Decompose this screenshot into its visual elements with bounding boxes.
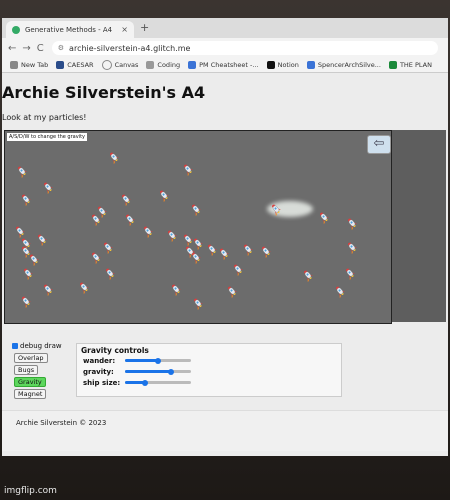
site-info-icon[interactable]: ⚙ [58, 44, 64, 52]
rocket-particle-icon [123, 211, 137, 227]
rocket-particle-icon [301, 267, 315, 283]
tab-generative-methods[interactable]: Generative Methods - A4 × [6, 21, 134, 38]
new-tab-button[interactable]: + [140, 21, 149, 34]
browser-window: Generative Methods - A4 × + ← → C ⚙ arch… [2, 18, 448, 456]
folder-icon [146, 61, 155, 69]
canvas-side-area [392, 130, 446, 322]
tab-title: Generative Methods - A4 [25, 25, 113, 34]
bookmark-caesar[interactable]: CAESAR [56, 61, 94, 69]
rocket-particle-icon [89, 211, 103, 227]
rocket-particle-icon [169, 281, 183, 297]
close-tab-icon[interactable]: × [121, 25, 128, 34]
rocket-particle-icon [345, 215, 359, 231]
doc-icon [306, 61, 315, 69]
slider-fill [125, 370, 172, 373]
forward-button[interactable]: → [22, 43, 30, 54]
url-input[interactable]: ⚙ archie-silverstein-a4.glitch.me [51, 41, 438, 55]
rocket-particle-icon [15, 163, 29, 179]
mode-button-bugs[interactable]: Bugs [14, 365, 39, 375]
slider-thumb[interactable] [168, 368, 175, 375]
back-button[interactable]: ← [8, 43, 16, 54]
rocket-particle-icon [241, 241, 255, 257]
debug-draw-checkbox[interactable]: debug draw [12, 342, 62, 350]
rocket-particle-icon [157, 187, 171, 203]
rocket-particle-icon [259, 243, 273, 259]
controls-area: debug draw Overlap Bugs Gravity Magnet G… [2, 339, 342, 399]
sheet-icon [388, 61, 397, 69]
footer: Archie Silverstein © 2023 [2, 410, 448, 451]
doc-icon [188, 61, 197, 69]
debug-draw-label: debug draw [20, 342, 62, 350]
slider-fill [125, 359, 158, 362]
bookmark-notion[interactable]: Notion [266, 61, 299, 69]
rocket-particle-icon [103, 265, 117, 281]
rocket-particle-icon [343, 265, 357, 281]
gravity-controls-panel: Gravity controls wander: gravity: ship s… [76, 343, 342, 397]
bookmark-pm-cheatsheet[interactable]: PM Cheatsheet -... [188, 61, 259, 69]
bookmark-spencer[interactable]: SpencerArchSilve... [306, 61, 381, 69]
chrome-icon [10, 61, 18, 69]
rocket-particle-icon [231, 261, 245, 277]
back-arrow-button[interactable]: ⇦ [367, 135, 391, 154]
glitch-favicon-icon [12, 25, 20, 34]
rocket-particle-icon [333, 283, 347, 299]
rocket-particle-icon [107, 149, 121, 165]
caesar-icon [56, 61, 65, 69]
rocket-particle-icon [35, 231, 49, 247]
rocket-particle-icon [181, 161, 195, 177]
url-text: archie-silverstein-a4.glitch.me [69, 43, 191, 53]
slider-thumb[interactable] [155, 357, 161, 364]
notion-icon [266, 61, 275, 69]
rocket-particle-icon [77, 279, 91, 295]
rocket-particle-icon [217, 245, 231, 261]
rocket-particle-icon [189, 249, 203, 265]
bookmark-canvas[interactable]: Canvas [101, 60, 138, 70]
footer-text: Archie Silverstein © 2023 [16, 419, 107, 427]
canvas-hint: A/S/D/W to change the gravity [7, 133, 87, 141]
tab-bar: Generative Methods - A4 × + [2, 18, 448, 38]
bookmark-new-tab[interactable]: New Tab [10, 61, 48, 69]
wander-label: wander: [83, 357, 116, 365]
rocket-particle-icon [269, 201, 283, 217]
rocket-particle-icon [225, 283, 239, 299]
bookmark-the-plan[interactable]: THE PLAN [388, 61, 432, 69]
rocket-particle-icon [41, 179, 55, 195]
page-title: Archie Silverstein's A4 [2, 83, 206, 102]
rocket-particle-icon [19, 191, 33, 207]
rocket-particle-icon [317, 209, 331, 225]
rocket-particle-icon [89, 249, 103, 265]
bookmark-coding[interactable]: Coding [146, 61, 180, 69]
bookmarks-bar: New Tab CAESAR Canvas Coding PM Cheatshe… [2, 58, 448, 73]
mode-button-overlap[interactable]: Overlap [14, 353, 48, 363]
rocket-particle-icon [27, 251, 41, 267]
mode-button-gravity[interactable]: Gravity [14, 377, 46, 387]
address-bar: ← → C ⚙ archie-silverstein-a4.glitch.me [2, 38, 448, 58]
mode-button-magnet[interactable]: Magnet [14, 389, 47, 399]
ship-size-label: ship size: [83, 379, 121, 387]
page-content: Archie Silverstein's A4 Look at my parti… [2, 73, 448, 456]
rocket-particle-icon [165, 227, 179, 243]
rocket-particle-icon [41, 281, 55, 297]
rocket-particle-icon [189, 201, 203, 217]
particle-canvas[interactable]: A/S/D/W to change the gravity ⇦ [4, 130, 392, 324]
rocket-particle-icon [101, 239, 115, 255]
rocket-particle-icon [141, 223, 155, 239]
imgflip-watermark: imgflip.com [4, 486, 57, 496]
rocket-particle-icon [119, 191, 133, 207]
page-subtitle: Look at my particles! [2, 113, 87, 122]
slider-thumb[interactable] [141, 379, 148, 386]
reload-button[interactable]: C [37, 43, 44, 54]
rocket-particle-icon [21, 265, 35, 281]
laptop-frame: Generative Methods - A4 × + ← → C ⚙ arch… [0, 0, 450, 500]
rocket-particle-icon [191, 295, 205, 311]
panel-title: Gravity controls [81, 346, 149, 355]
gravity-label: gravity: [83, 368, 114, 376]
rocket-particle-icon [19, 293, 33, 309]
canvas-icon [101, 60, 112, 70]
rocket-particle-icon [345, 239, 359, 255]
checkbox-checked-icon [12, 343, 18, 349]
